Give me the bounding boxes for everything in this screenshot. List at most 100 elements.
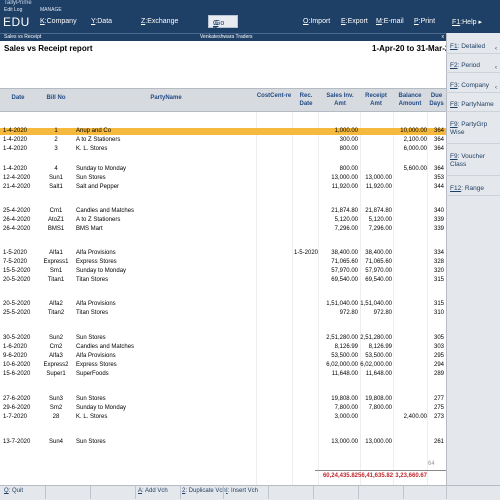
bottom-separator [45, 486, 46, 499]
cell-due: 275 [433, 405, 444, 411]
voucher-class-button[interactable]: F9: Voucher Class [446, 150, 500, 176]
menu-data[interactable]: Y:Data [91, 18, 112, 25]
period-button[interactable]: F2: Period ‹ [446, 59, 500, 73]
cell-due: 339 [433, 226, 444, 232]
range-button[interactable]: F12: Range [446, 182, 500, 196]
cell-due: 339 [433, 217, 444, 223]
cell-inv: 300.00 [339, 137, 358, 143]
menu-print-label: :Print [418, 18, 436, 25]
cell-due: 328 [433, 259, 444, 265]
table-row[interactable]: 20-5-2020 Alfa2 Alfa Provisions 1,51,040.00… [0, 301, 446, 308]
table-row[interactable]: 13-7-2020 Sun4 Sun Stores 13,000.00 13,000.0… [0, 439, 446, 446]
cell-bill: Sun3 [48, 396, 63, 402]
cell-date: 1-4-2020 [3, 137, 28, 143]
menu-help[interactable]: F1:Help ▸ [452, 18, 482, 26]
table-row[interactable]: 27-6-2020 Sun3 Sun Stores 19,808.00 19,808.0… [0, 396, 446, 403]
menu-help-label: :Help [460, 19, 477, 26]
cell-bal: 6,000.00 [403, 146, 427, 152]
column-header-row: Date Bill No PartyName CostCent-re Rec. … [0, 88, 446, 112]
cell-party: Sun Stores [76, 335, 106, 341]
cell-date: 1-4-2020 [3, 166, 28, 172]
cell-date: 13-7-2020 [3, 439, 31, 445]
cell-due: 295 [433, 353, 444, 359]
table-row[interactable]: 9-6-2020 Alfa3 Alfa Provisions 53,500.00 53,… [0, 353, 446, 360]
detailed-button[interactable]: F1: Detailed ‹ [446, 40, 500, 54]
cell-due: 364 [433, 166, 444, 172]
report-period[interactable]: 1-Apr-20 to 31-Mar-21 [372, 44, 454, 53]
insert-vch-button[interactable]: I: Insert Vch [226, 488, 258, 494]
table-row[interactable]: 1-4-2020 4 Sunday to Monday 800.00 5,600.00 3… [0, 166, 446, 173]
partyname-button[interactable]: F8: PartyName [446, 98, 500, 112]
app-brand: TallyPrime [4, 0, 32, 6]
table-row[interactable]: 15-5-2020 Sm1 Sunday to Monday 57,970.00 57,… [0, 268, 446, 275]
table-row[interactable]: 21-4-2020 Salt1 Salt and Pepper 11,920.00 11… [0, 184, 446, 191]
menu-company[interactable]: K:Company [40, 18, 77, 25]
cell-inv: 53,500.00 [331, 353, 358, 359]
quit-button[interactable]: Q: Quit [4, 488, 23, 494]
add-vch-button[interactable]: A: Add Vch [138, 488, 168, 494]
cell-due: 277 [433, 396, 444, 402]
edit-log-label[interactable]: Edit Log [4, 7, 22, 13]
manage-label[interactable]: MANAGE [40, 7, 62, 13]
menu-goto[interactable]: G:Go To [208, 15, 238, 34]
cell-inv: 38,400.00 [331, 250, 358, 256]
table-row[interactable]: 1-4-2020 2 A to Z Stationers 300.00 2,100.00… [0, 137, 446, 144]
cell-ramt: 7,296.00 [368, 226, 392, 232]
table-row[interactable]: 10-6-2020 Express2 Express Stores 6,02,000.… [0, 362, 446, 369]
table-row[interactable]: 1-5-2020 Alfa1 Alfa Provisions 1-5-2020 38,4… [0, 250, 446, 257]
table-row[interactable]: 15-6-2020 Super1 SuperFoods 11,648.00 11,648… [0, 371, 446, 378]
menu-import-label: :Import [308, 18, 331, 25]
cell-bill: Sm1 [49, 268, 63, 274]
table-row[interactable]: 25-5-2020 Titan2 Titan Stores 972.80 972.80 3… [0, 310, 446, 317]
cell-inv: 8,126.99 [334, 344, 358, 350]
menu-print[interactable]: P:Print [414, 18, 435, 25]
table-row[interactable]: 1-6-2020 Cm2 Candles and Matches 8,126.99 8,… [0, 344, 446, 351]
quit-label: : Quit [8, 488, 24, 494]
bottom-separator [403, 486, 404, 499]
cell-date: 20-5-2020 [3, 277, 31, 283]
table-row[interactable]: 26-4-2020 BMS1 BMS Mart 7,296.00 7,296.00 339 [0, 226, 446, 233]
cell-date: 21-4-2020 [3, 184, 31, 190]
cell-inv: 800.00 [339, 146, 358, 152]
cell-bill: 3 [54, 146, 58, 152]
cell-inv: 5,120.00 [334, 217, 358, 223]
cell-bill: Alfa2 [49, 301, 63, 307]
menu-exchange[interactable]: Z:Exchange [141, 18, 178, 25]
table-row[interactable]: 26-4-2020 AtoZ1 A to Z Stationers 5,120.00 5… [0, 217, 446, 224]
table-row[interactable]: 1-7-2020 28 K. L. Stores 3,000.00 2,400.00 27… [0, 414, 446, 421]
col-party-name: PartyName [150, 95, 182, 101]
cell-party: A to Z Stationers [76, 217, 121, 223]
cell-inv: 3,000.00 [334, 414, 358, 420]
partyname-label: : PartyName [457, 101, 494, 108]
table-row[interactable]: 25-4-2020 Cm1 Candles and Matches 21,874.80… [0, 208, 446, 215]
close-icon[interactable]: x [442, 34, 445, 40]
company-button[interactable]: F3: Company ‹ [446, 79, 500, 93]
menu-import[interactable]: O:Import [303, 18, 330, 25]
table-row[interactable]: 1-4-2020 1 Anup and Co 1,000.00 10,000.00 364 [0, 128, 446, 135]
voucher-class-key: F9 [450, 153, 458, 160]
cell-party: SuperFoods [76, 371, 109, 377]
table-row[interactable]: 30-5-2020 Sun2 Sun Stores 2,51,280.00 2,51,2… [0, 335, 446, 342]
duplicate-vch-button[interactable]: 2: Duplicate Vch [182, 488, 226, 494]
table-row[interactable]: 1-4-2020 3 K. L. Stores 800.00 6,000.00 364 [0, 146, 446, 153]
cell-date: 15-6-2020 [3, 371, 31, 377]
table-row[interactable]: 20-5-2020 Titan1 Titan Stores 69,540.00 69,5… [0, 277, 446, 284]
cell-inv: 71,065.60 [331, 259, 358, 265]
partygrp-wise-button[interactable]: F9: PartyGrp Wise [446, 118, 500, 144]
col-date: Date [11, 95, 25, 101]
table-row[interactable]: 29-6-2020 Sm2 Sunday to Monday 7,800.00 7,80… [0, 405, 446, 412]
cell-ramt: 2,51,280.00 [360, 335, 392, 341]
cell-ramt: 8,126.99 [368, 344, 392, 350]
menu-export[interactable]: E:Export [341, 18, 368, 25]
cell-due: 353 [433, 175, 444, 181]
table-row[interactable]: 7-5-2020 Express1 Express Stores 71,065.60 7… [0, 259, 446, 266]
menu-export-label: :Export [345, 18, 368, 25]
menu-exchange-label: :Exchange [145, 18, 179, 25]
table-row[interactable]: 12-4-2020 Sun1 Sun Stores 13,000.00 13,000.0… [0, 175, 446, 182]
menu-email[interactable]: M:E-mail [376, 18, 404, 25]
cell-party: Express Stores [76, 259, 117, 265]
cell-due: 340 [433, 208, 444, 214]
cell-ramt: 7,800.00 [368, 405, 392, 411]
cell-party: Sunday to Monday [76, 405, 127, 411]
cell-party: Sun Stores [76, 175, 106, 181]
